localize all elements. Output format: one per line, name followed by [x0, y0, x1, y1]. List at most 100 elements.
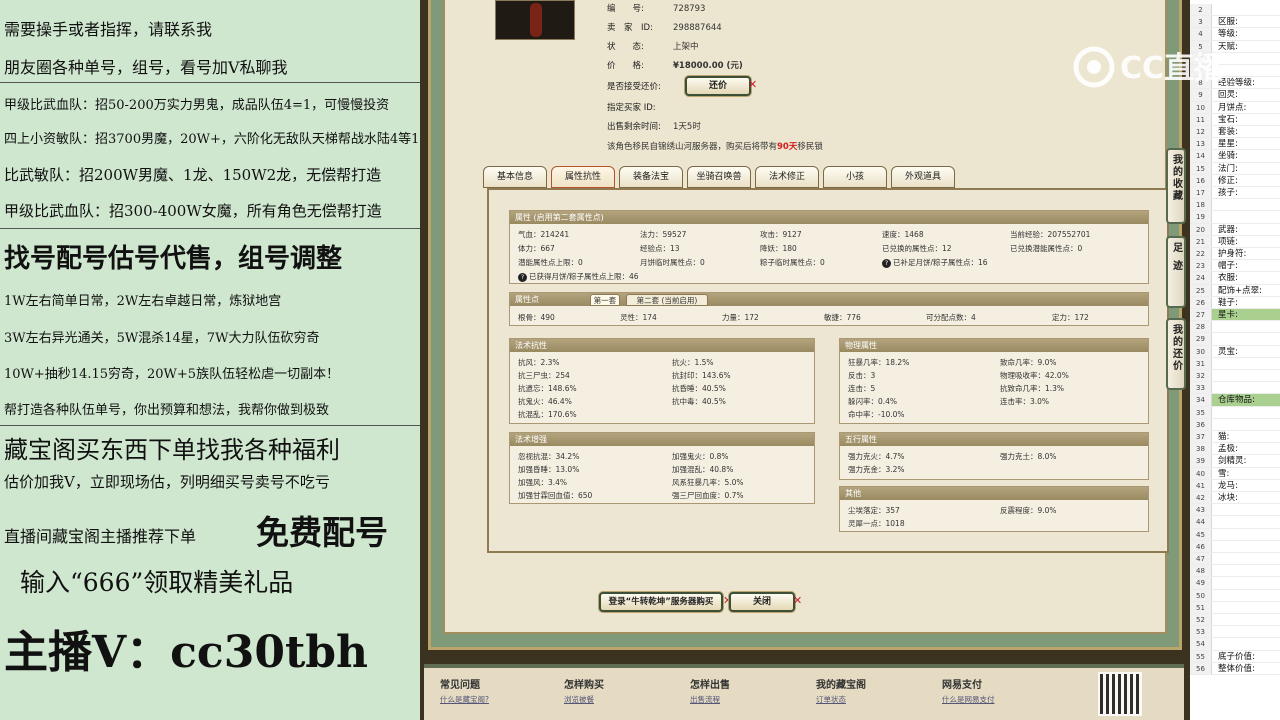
sheet-row[interactable]: 10 月饼点: — [1190, 101, 1280, 114]
sheet-row[interactable]: 37 猫: — [1190, 431, 1280, 444]
sheet-cell[interactable]: 护身符: — [1218, 248, 1246, 260]
counter-offer-button[interactable]: 还价 — [685, 76, 751, 96]
sheet-cell[interactable]: 孩子: — [1218, 187, 1238, 199]
help-icon[interactable]: ? — [882, 258, 891, 268]
sheet-cell[interactable]: 仓库物品: — [1218, 394, 1255, 406]
footer-link[interactable]: 出售流程 — [690, 694, 720, 705]
sheet-cell[interactable]: 底子价值: — [1218, 651, 1255, 663]
sheet-cell[interactable]: 整体价值: — [1218, 663, 1255, 675]
sheet-row[interactable]: 2 — [1190, 4, 1280, 17]
sheet-row[interactable]: 54 — [1190, 638, 1280, 651]
sheet-cell[interactable]: 星星: — [1218, 138, 1238, 150]
sheet-row[interactable]: 40 雪: — [1190, 467, 1280, 480]
sheet-row[interactable]: 28 — [1190, 321, 1280, 334]
sheet-row[interactable]: 21 项链: — [1190, 235, 1280, 248]
tab-appearance[interactable]: 外观道具 — [891, 166, 955, 188]
sheet-row[interactable]: 52 — [1190, 614, 1280, 627]
sheet-cell[interactable]: 雪: — [1218, 468, 1229, 480]
sheet-row[interactable]: 31 — [1190, 357, 1280, 370]
sheet-row[interactable]: 12 套装: — [1190, 126, 1280, 139]
sheet-row[interactable]: 39 剑精灵: — [1190, 455, 1280, 468]
sheet-cell[interactable]: 坐骑: — [1218, 150, 1238, 162]
sheet-cell[interactable]: 星卡: — [1218, 309, 1238, 321]
sheet-cell[interactable]: 鞋子: — [1218, 297, 1238, 309]
close-button[interactable]: 关闭 — [729, 592, 795, 612]
sheet-cell[interactable]: 孟极: — [1218, 443, 1238, 455]
sheet-row[interactable]: 47 — [1190, 553, 1280, 566]
sheet-cell[interactable]: 冰块: — [1218, 492, 1238, 504]
sheet-row[interactable]: 24 衣服: — [1190, 272, 1280, 285]
sheet-row[interactable]: 16 修正: — [1190, 174, 1280, 187]
sheet-cell[interactable]: 衣服: — [1218, 272, 1238, 284]
tab-basic-info[interactable]: 基本信息 — [483, 166, 547, 188]
footer-link[interactable]: 订单状态 — [816, 694, 846, 705]
sheet-row[interactable]: 33 — [1190, 382, 1280, 395]
sheet-cell[interactable]: 配饰+点翠: — [1218, 285, 1262, 297]
sheet-row[interactable]: 44 — [1190, 516, 1280, 529]
sheet-row[interactable]: 22 护身符: — [1190, 248, 1280, 261]
sheet-cell[interactable]: 等级: — [1218, 28, 1238, 40]
sheet-row[interactable]: 20 武器: — [1190, 223, 1280, 236]
side-tab-footprints[interactable]: 足迹 — [1166, 236, 1186, 308]
sheet-cell[interactable]: 修正: — [1218, 175, 1238, 187]
tab-equipment[interactable]: 装备法宝 — [619, 166, 683, 188]
sheet-row[interactable]: 26 鞋子: — [1190, 296, 1280, 309]
sheet-cell[interactable]: 龙马: — [1218, 480, 1238, 492]
sheet-cell[interactable]: 剑精灵: — [1218, 455, 1246, 467]
sheet-row[interactable]: 36 — [1190, 418, 1280, 431]
tab-point-set-2[interactable]: 第二套 (当前启用) — [626, 294, 708, 306]
sheet-row[interactable]: 14 坐骑: — [1190, 150, 1280, 163]
footer-link[interactable]: 什么是藏宝阁? — [440, 694, 489, 705]
sheet-row[interactable]: 56 整体价值: — [1190, 662, 1280, 675]
sheet-row[interactable]: 42 冰块: — [1190, 492, 1280, 505]
sheet-row[interactable]: 3 区服: — [1190, 16, 1280, 29]
sheet-cell[interactable]: 灵宝: — [1218, 346, 1238, 358]
side-tab-my-offers[interactable]: 我的还价 — [1166, 318, 1186, 390]
sheet-cell[interactable]: 月饼点: — [1218, 102, 1246, 114]
sheet-row[interactable]: 38 孟极: — [1190, 443, 1280, 456]
sheet-row[interactable]: 41 龙马: — [1190, 479, 1280, 492]
sheet-row[interactable]: 17 孩子: — [1190, 187, 1280, 200]
sheet-cell[interactable]: 套装: — [1218, 126, 1238, 138]
tab-spell-correction[interactable]: 法术修正 — [755, 166, 819, 188]
sheet-row[interactable]: 53 — [1190, 626, 1280, 639]
sheet-row[interactable]: 4 等级: — [1190, 28, 1280, 41]
side-tab-favorites[interactable]: 我的收藏 — [1166, 148, 1186, 224]
sheet-row[interactable]: 55 底子价值: — [1190, 650, 1280, 663]
sheet-row[interactable]: 43 — [1190, 504, 1280, 517]
sheet-row[interactable]: 49 — [1190, 577, 1280, 590]
sheet-row[interactable]: 51 — [1190, 601, 1280, 614]
sheet-cell[interactable]: 武器: — [1218, 224, 1238, 236]
sheet-row[interactable]: 45 — [1190, 528, 1280, 541]
sheet-row[interactable]: 50 — [1190, 589, 1280, 602]
tab-mounts-pets[interactable]: 坐骑召唤兽 — [687, 166, 751, 188]
sheet-cell[interactable]: 项链: — [1218, 236, 1238, 248]
sheet-row[interactable]: 34 仓库物品: — [1190, 394, 1280, 407]
buy-on-server-button[interactable]: 登录“牛转乾坤”服务器购买 — [599, 592, 723, 612]
sheet-cell[interactable]: 帽子: — [1218, 260, 1238, 272]
sheet-row[interactable]: 19 — [1190, 211, 1280, 224]
sheet-cell[interactable]: 区服: — [1218, 16, 1238, 28]
sheet-cell[interactable]: 宝石: — [1218, 114, 1238, 126]
tab-point-set-1[interactable]: 第一套 — [590, 294, 620, 306]
sheet-row[interactable]: 35 — [1190, 406, 1280, 419]
footer-link[interactable]: 浏览被餐 — [564, 694, 594, 705]
footer-link[interactable]: 什么是网易支付 — [942, 694, 995, 705]
sheet-row[interactable]: 32 — [1190, 370, 1280, 383]
sheet-row[interactable]: 27 星卡: — [1190, 309, 1280, 322]
sheet-row[interactable]: 48 — [1190, 565, 1280, 578]
sheet-row[interactable]: 46 — [1190, 540, 1280, 553]
sheet-row[interactable]: 15 法门: — [1190, 162, 1280, 175]
sheet-cell[interactable]: 猫: — [1218, 431, 1229, 443]
sheet-row[interactable]: 25 配饰+点翠: — [1190, 284, 1280, 297]
sheet-row[interactable]: 30 灵宝: — [1190, 345, 1280, 358]
sheet-cell[interactable]: 法门: — [1218, 163, 1238, 175]
sheet-row[interactable]: 18 — [1190, 199, 1280, 212]
sheet-row[interactable]: 13 星星: — [1190, 138, 1280, 151]
sheet-row[interactable]: 23 帽子: — [1190, 260, 1280, 273]
help-icon[interactable]: ? — [518, 272, 527, 282]
sheet-row[interactable]: 29 — [1190, 333, 1280, 346]
tab-attributes[interactable]: 属性抗性 — [551, 166, 615, 188]
tab-children[interactable]: 小孩 — [823, 166, 887, 188]
sheet-row[interactable]: 11 宝石: — [1190, 113, 1280, 126]
